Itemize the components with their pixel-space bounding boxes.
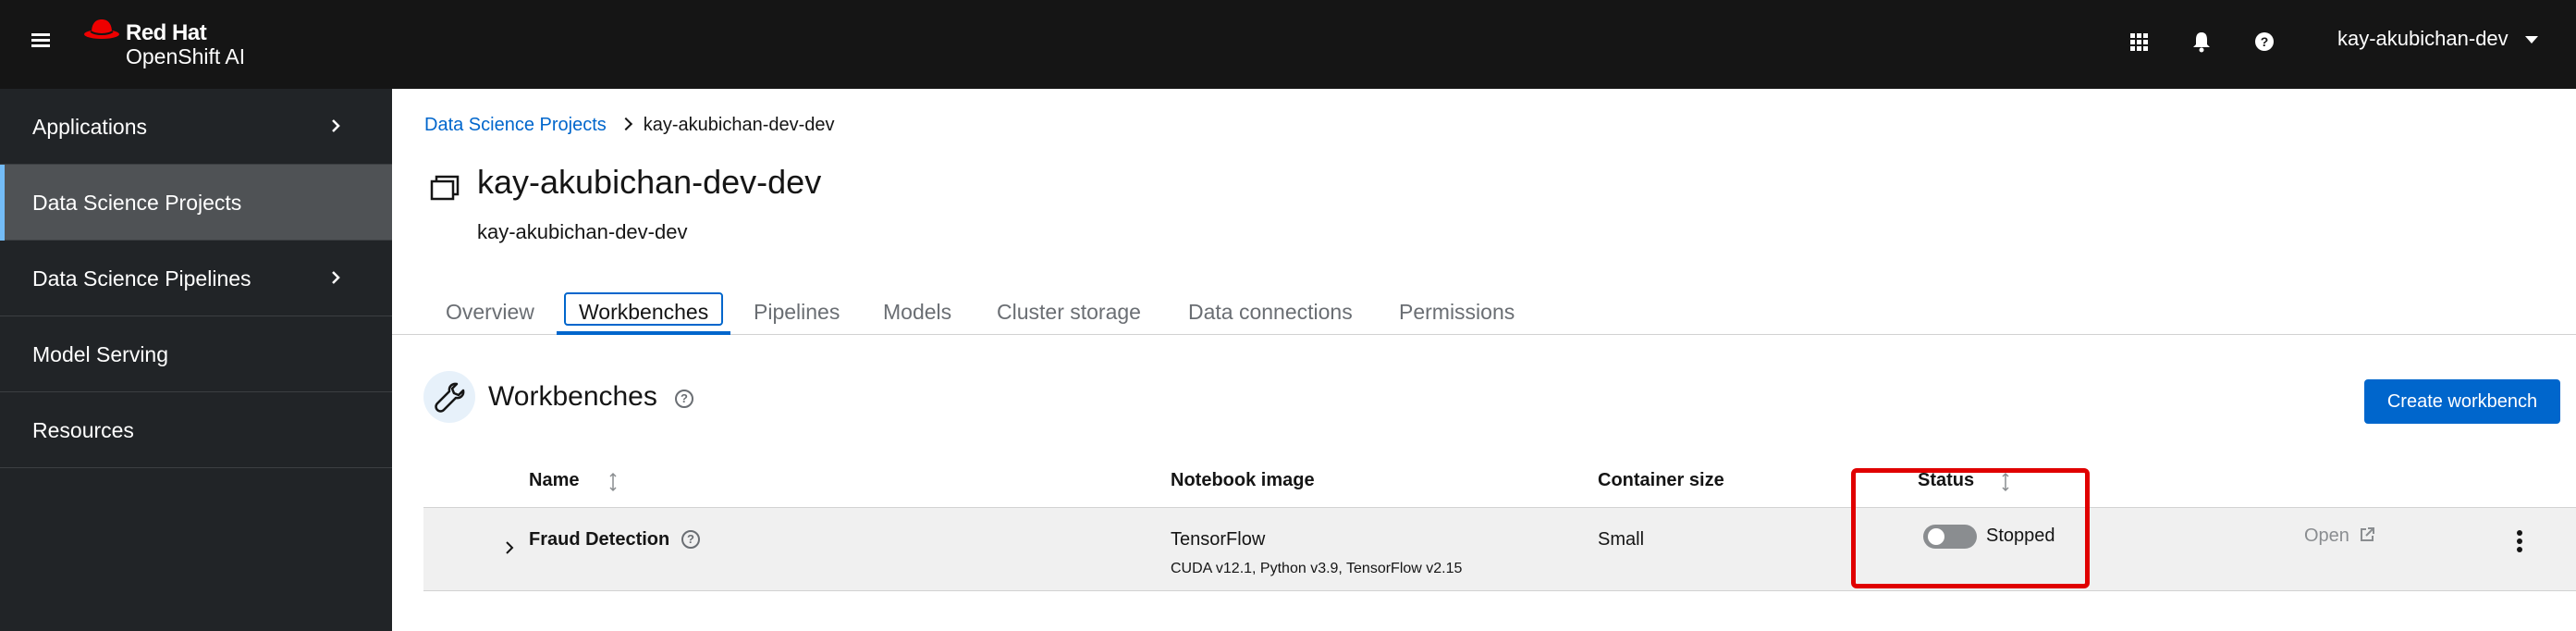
sidebar-item-label: Resources [32, 418, 134, 442]
tab-overview[interactable]: Overview [446, 291, 534, 335]
tab-cluster-storage[interactable]: Cluster storage [997, 291, 1141, 335]
sidebar-item-model-serving[interactable]: Model Serving [0, 316, 392, 392]
sidebar-item-label: Data Science Projects [32, 191, 242, 215]
masthead: Red Hat OpenShift AI ? kay-akubichan-dev [0, 0, 2576, 89]
app-launcher-icon[interactable] [2125, 28, 2153, 56]
help-icon[interactable]: ? [681, 530, 700, 549]
table-row: Fraud Detection ? TensorFlow CUDA v12.1,… [423, 508, 2576, 591]
sort-icon[interactable] [608, 472, 618, 492]
main-content: Data Science Projects kay-akubichan-dev-d… [392, 89, 2576, 631]
open-link[interactable]: Open [2304, 526, 2375, 547]
tab-models[interactable]: Models [883, 291, 951, 335]
brand-logo[interactable]: Red Hat OpenShift AI [83, 15, 268, 70]
notebook-image-detail: CUDA v12.1, Python v3.9, TensorFlow v2.1… [1171, 561, 1463, 576]
wrench-icon [423, 371, 475, 423]
section-title: Workbenches [488, 381, 657, 412]
sidebar-item-data-science-pipelines[interactable]: Data Science Pipelines [0, 241, 392, 316]
sidebar-item-label: Model Serving [32, 342, 169, 366]
caret-down-icon [2524, 36, 2538, 44]
page-title: kay-akubichan-dev-dev [477, 163, 822, 201]
help-icon[interactable]: ? [2251, 28, 2278, 56]
project-tabs: Overview Workbenches Pipelines Models Cl… [392, 291, 2576, 335]
tab-data-connections[interactable]: Data connections [1188, 291, 1353, 335]
page-subtitle: kay-akubichan-dev-dev [477, 220, 688, 243]
sidebar-nav: Applications Data Science Projects Data … [0, 89, 392, 631]
external-link-icon [2360, 527, 2374, 541]
menu-icon[interactable] [31, 31, 52, 48]
status-highlight-annotation [1851, 468, 2090, 588]
sidebar-item-resources[interactable]: Resources [0, 392, 392, 468]
sidebar-item-applications[interactable]: Applications [0, 89, 392, 165]
project-icon [430, 175, 460, 201]
user-menu[interactable]: kay-akubichan-dev [2337, 27, 2538, 51]
brand-name: Red Hat [126, 20, 207, 45]
sidebar-item-label: Applications [32, 115, 148, 139]
chevron-right-icon [332, 119, 340, 132]
open-link-label: Open [2304, 526, 2349, 546]
breadcrumb: Data Science Projects kay-akubichan-dev-d… [424, 115, 835, 136]
tab-pipelines[interactable]: Pipelines [754, 291, 840, 335]
sidebar-item-label: Data Science Pipelines [32, 266, 251, 291]
column-header-container-size: Container size [1598, 470, 1724, 490]
breadcrumb-current: kay-akubichan-dev-dev [643, 115, 835, 135]
tab-workbenches[interactable]: Workbenches [557, 291, 731, 335]
workbench-name: Fraud Detection [529, 529, 670, 550]
sidebar-item-data-science-projects[interactable]: Data Science Projects [0, 165, 392, 241]
container-size: Small [1598, 529, 1645, 550]
notebook-image-name: TensorFlow [1171, 529, 1266, 550]
breadcrumb-link-projects[interactable]: Data Science Projects [424, 115, 607, 135]
create-workbench-button[interactable]: Create workbench [2364, 379, 2560, 424]
username: kay-akubichan-dev [2337, 27, 2509, 50]
svg-text:?: ? [2261, 34, 2269, 49]
column-header-name[interactable]: Name [529, 470, 579, 491]
tab-permissions[interactable]: Permissions [1399, 291, 1515, 335]
notification-bell-icon[interactable] [2188, 28, 2215, 56]
expand-chevron-icon[interactable] [503, 541, 516, 554]
column-header-notebook-image: Notebook image [1171, 470, 1315, 490]
product-name: OpenShift AI [126, 44, 246, 68]
chevron-right-icon [332, 271, 340, 284]
help-icon[interactable]: ? [675, 390, 693, 408]
kebab-menu-icon[interactable] [2517, 530, 2522, 552]
red-hat-logo-icon [84, 19, 119, 39]
chevron-right-icon [619, 117, 632, 131]
